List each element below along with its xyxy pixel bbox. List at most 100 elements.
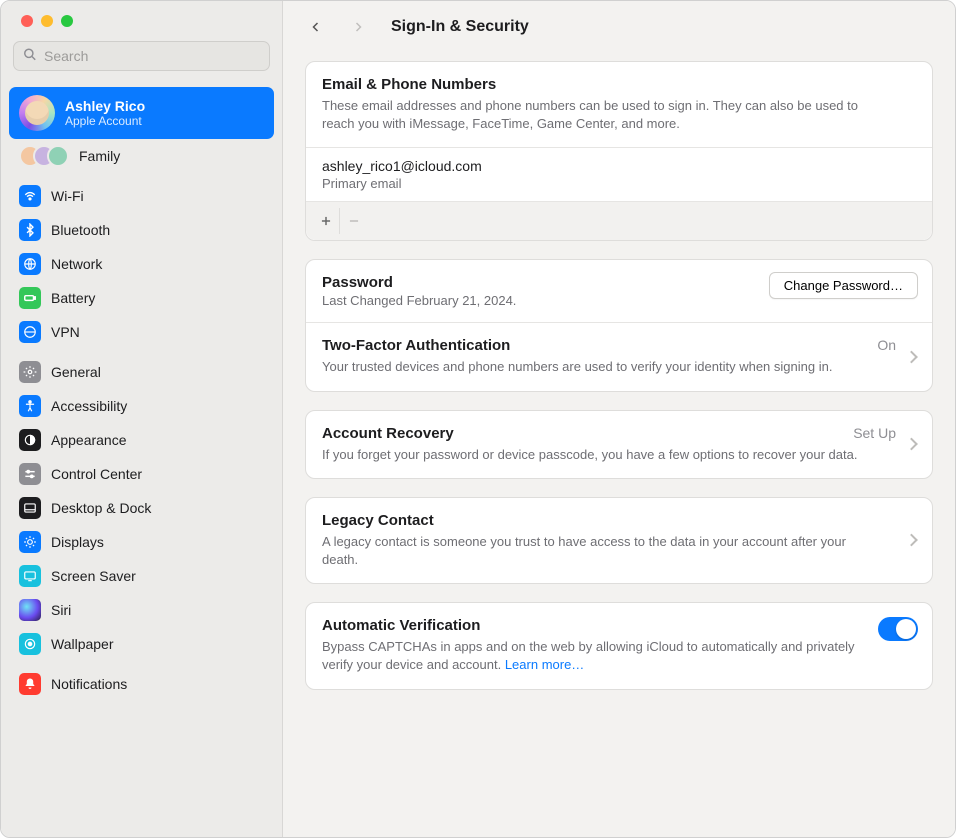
auto-desc-text: Bypass CAPTCHAs in apps and on the web b… [322, 639, 855, 672]
sidebar-item-label: Wallpaper [51, 636, 264, 652]
screensaver-icon [19, 565, 41, 587]
sidebar-item-wallpaper[interactable]: Wallpaper [9, 627, 274, 661]
card-title: Legacy Contact [322, 512, 916, 529]
sidebar-item-label: General [51, 364, 264, 380]
avatar [19, 95, 55, 131]
two-factor-row[interactable]: Two-Factor Authentication Your trusted d… [306, 322, 932, 390]
sidebar-item-accessibility[interactable]: Accessibility [9, 389, 274, 423]
page-title: Sign-In & Security [391, 18, 529, 36]
window-minimize-button[interactable] [41, 15, 53, 27]
auto-verify-row: Automatic Verification Bypass CAPTCHAs i… [306, 603, 932, 688]
displays-icon [19, 531, 41, 553]
card-title: Email & Phone Numbers [322, 76, 916, 93]
sidebar-item-control-center[interactable]: Control Center [9, 457, 274, 491]
card-description: These email addresses and phone numbers … [322, 97, 882, 133]
add-contact-button[interactable] [312, 208, 340, 234]
sidebar-item-label: Wi-Fi [51, 188, 264, 204]
card-title: Account Recovery [322, 425, 916, 442]
email-sublabel: Primary email [322, 176, 916, 191]
search-input[interactable] [13, 41, 270, 71]
recovery-status: Set Up [853, 425, 896, 441]
search-field-container [13, 41, 270, 71]
email-address: ashley_rico1@icloud.com [322, 158, 916, 174]
sidebar-item-label: Screen Saver [51, 568, 264, 584]
wifi-icon [19, 185, 41, 207]
sidebar-item-siri[interactable]: Siri [9, 593, 274, 627]
email-list-footer [306, 201, 932, 240]
vpn-icon [19, 321, 41, 343]
nav-forward-button[interactable] [343, 12, 373, 42]
sidebar-item-desktop-dock[interactable]: Desktop & Dock [9, 491, 274, 525]
card-title: Two-Factor Authentication [322, 337, 916, 354]
email-phone-card: Email & Phone Numbers These email addres… [305, 61, 933, 241]
sidebar-item-bluetooth[interactable]: Bluetooth [9, 213, 274, 247]
sidebar-item-label: Displays [51, 534, 264, 550]
email-phone-header: Email & Phone Numbers These email addres… [306, 62, 932, 147]
account-recovery-row[interactable]: Account Recovery If you forget your pass… [306, 411, 932, 478]
password-row: Password Last Changed February 21, 2024.… [306, 260, 932, 322]
sidebar-item-label: Accessibility [51, 398, 264, 414]
globe-icon [19, 253, 41, 275]
sidebar-item-label: Control Center [51, 466, 264, 482]
sidebar-item-label: Network [51, 256, 264, 272]
sidebar-item-notifications[interactable]: Notifications [9, 667, 274, 701]
sidebar-item-screen-saver[interactable]: Screen Saver [9, 559, 274, 593]
wallpaper-icon [19, 633, 41, 655]
auto-verify-card: Automatic Verification Bypass CAPTCHAs i… [305, 602, 933, 689]
change-password-button[interactable]: Change Password… [769, 272, 918, 299]
password-card: Password Last Changed February 21, 2024.… [305, 259, 933, 391]
sidebar-item-apple-account[interactable]: Ashley Rico Apple Account [9, 87, 274, 139]
toggle-knob [896, 619, 916, 639]
sidebar-item-label: Battery [51, 290, 264, 306]
nav-arrows [301, 12, 373, 42]
card-title: Automatic Verification [322, 617, 916, 634]
card-description: Bypass CAPTCHAs in apps and on the web b… [322, 638, 882, 674]
account-text: Ashley Rico Apple Account [65, 98, 145, 128]
content-scroll[interactable]: Email & Phone Numbers These email addres… [283, 53, 955, 837]
appearance-icon [19, 429, 41, 451]
sidebar-item-label: Siri [51, 602, 264, 618]
window-controls [9, 1, 274, 41]
accessibility-icon [19, 395, 41, 417]
search-icon [23, 48, 37, 65]
dock-icon [19, 497, 41, 519]
battery-icon [19, 287, 41, 309]
sidebar-item-label: Notifications [51, 676, 264, 692]
sidebar-item-family[interactable]: Family [9, 139, 274, 173]
auto-verify-toggle[interactable] [878, 617, 918, 641]
bell-icon [19, 673, 41, 695]
sidebar-item-label: VPN [51, 324, 264, 340]
sidebar-item-vpn[interactable]: VPN [9, 315, 274, 349]
card-description: Your trusted devices and phone numbers a… [322, 358, 882, 376]
card-description: If you forget your password or device pa… [322, 446, 882, 464]
toolbar: Sign-In & Security [283, 1, 955, 53]
siri-icon [19, 599, 41, 621]
card-description: A legacy contact is someone you trust to… [322, 533, 882, 569]
sidebar-item-appearance[interactable]: Appearance [9, 423, 274, 457]
sidebar-item-wifi[interactable]: Wi-Fi [9, 179, 274, 213]
sidebar-item-battery[interactable]: Battery [9, 281, 274, 315]
sidebar: Ashley Rico Apple Account Family Wi-Fi [1, 1, 283, 837]
sidebar-item-general[interactable]: General [9, 355, 274, 389]
legacy-contact-row[interactable]: Legacy Contact A legacy contact is someo… [306, 498, 932, 583]
account-name: Ashley Rico [65, 98, 145, 114]
sidebar-item-label: Bluetooth [51, 222, 264, 238]
recovery-card: Account Recovery If you forget your pass… [305, 410, 933, 479]
legacy-card: Legacy Contact A legacy contact is someo… [305, 497, 933, 584]
content-pane: Sign-In & Security Email & Phone Numbers… [283, 1, 955, 837]
nav-back-button[interactable] [301, 12, 331, 42]
window-zoom-button[interactable] [61, 15, 73, 27]
sidebar-item-label: Family [79, 148, 264, 164]
sidebar-item-displays[interactable]: Displays [9, 525, 274, 559]
settings-window: Ashley Rico Apple Account Family Wi-Fi [0, 0, 956, 838]
learn-more-link[interactable]: Learn more… [505, 657, 584, 672]
sidebar-item-label: Appearance [51, 432, 264, 448]
remove-contact-button [340, 208, 368, 234]
gear-icon [19, 361, 41, 383]
two-factor-status: On [877, 337, 896, 353]
account-sublabel: Apple Account [65, 114, 145, 128]
window-close-button[interactable] [21, 15, 33, 27]
family-avatars [19, 145, 69, 167]
sidebar-item-network[interactable]: Network [9, 247, 274, 281]
email-entry-row[interactable]: ashley_rico1@icloud.com Primary email [306, 147, 932, 201]
